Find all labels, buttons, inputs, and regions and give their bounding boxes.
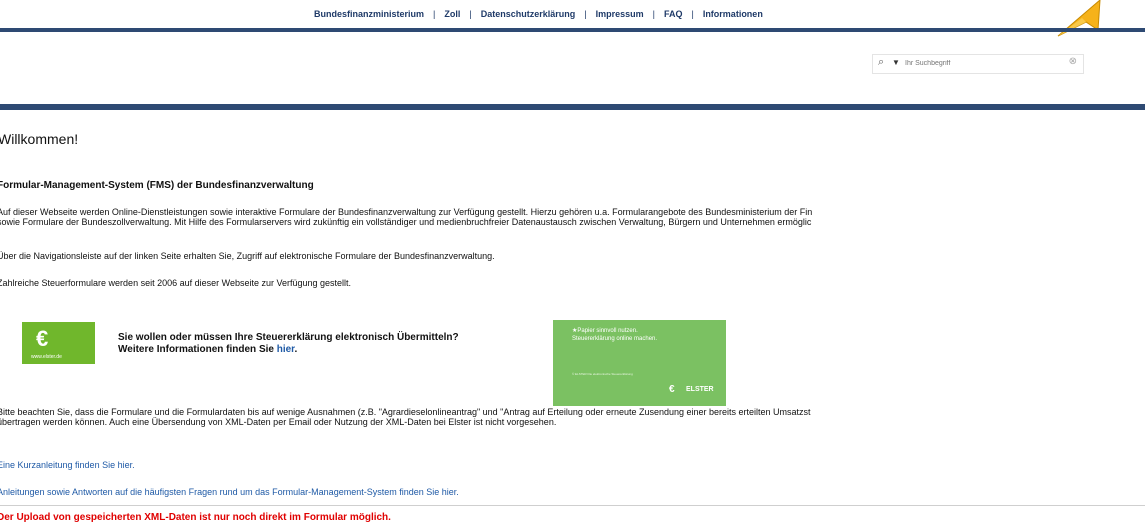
elster-info-text: Sie wollen oder müssen Ihre Steuererklär…: [118, 332, 459, 356]
nav-link-bundesfinanzministerium[interactable]: Bundesfinanzministerium: [314, 9, 424, 19]
section-heading: Formular-Management-System (FMS) der Bun…: [0, 180, 314, 191]
intro-line-1: Auf dieser Webseite werden Online-Dienst…: [0, 207, 813, 217]
elster-text-line1: Sie wollen oder müssen Ihre Steuererklär…: [118, 332, 459, 343]
elster-logo[interactable]: € www.elster.de: [22, 322, 95, 364]
tax-forms-paragraph: Zahlreiche Steuerformulare werden seit 2…: [0, 278, 352, 288]
search-input[interactable]: [905, 57, 1045, 70]
nav-link-faq[interactable]: FAQ: [664, 9, 683, 19]
notice-line-1: Bitte beachten Sie, dass die Formulare u…: [0, 407, 811, 417]
header-bar-top: [0, 28, 1145, 32]
upload-notice: Der Upload von gespeicherten XML-Daten i…: [0, 512, 391, 523]
chevron-down-icon[interactable]: ▼: [892, 58, 900, 67]
elster-info-link[interactable]: hier: [277, 344, 295, 355]
faq-paragraph: Anleitungen sowie Antworten auf die häuf…: [0, 487, 459, 497]
header-bar-bottom: [0, 104, 1145, 110]
nav-separator: |: [652, 9, 655, 19]
page-title: Willkommen!: [0, 131, 79, 147]
search-box[interactable]: ⌕ ▼ ⊗: [872, 54, 1084, 74]
divider: [0, 505, 1145, 506]
nav-link-datenschutz[interactable]: Datenschutzerklärung: [481, 9, 576, 19]
nav-separator: |: [433, 9, 436, 19]
top-nav-links: Bundesfinanzministerium | Zoll | Datenschutz…: [314, 9, 763, 19]
elster-banner-text: ★Papier sinnvoll nutzen. Steuererklärung…: [572, 327, 657, 343]
elster-banner[interactable]: ★Papier sinnvoll nutzen. Steuererklärung…: [553, 320, 726, 406]
elster-banner-line2: Steuererklärung online machen.: [572, 336, 658, 342]
nav-separator: |: [691, 9, 694, 19]
intro-line-2: sowie Formulare der Bundeszollverwaltung…: [0, 217, 812, 227]
clear-icon[interactable]: ⊗: [1069, 56, 1077, 67]
faq-link[interactable]: Anleitungen sowie Antworten auf die häuf…: [0, 487, 459, 497]
elster-banner-small-print: © ELSTER Die elektronische Steuererkläru…: [572, 372, 633, 376]
guide-paragraph: Eine Kurzanleitung finden Sie hier.: [0, 460, 135, 470]
nav-link-zoll[interactable]: Zoll: [444, 9, 460, 19]
elster-e-icon: €: [36, 326, 49, 351]
nav-link-impressum[interactable]: Impressum: [596, 9, 644, 19]
nav-separator: |: [469, 9, 472, 19]
elster-domain: www.elster.de: [31, 354, 62, 360]
elster-banner-brand: ELSTER: [686, 386, 714, 393]
elster-mark-icon: €: [669, 384, 675, 395]
arrow-cursor-icon: [1057, 0, 1101, 37]
elster-text-prefix: Weitere Informationen finden Sie: [118, 344, 277, 355]
notice-paragraph: Bitte beachten Sie, dass die Formulare u…: [0, 407, 811, 427]
guide-link[interactable]: Eine Kurzanleitung finden Sie hier.: [0, 460, 135, 470]
notice-line-2: übertragen werden können. Auch eine Über…: [0, 417, 557, 427]
elster-banner-line1: ★Papier sinnvoll nutzen.: [572, 328, 638, 334]
navigation-paragraph: Über die Navigationsleiste auf der linke…: [0, 251, 495, 261]
search-icon[interactable]: ⌕: [878, 56, 884, 69]
nav-link-informationen[interactable]: Informationen: [703, 9, 763, 19]
top-navigation: Bundesfinanzministerium | Zoll | Datenschutz…: [0, 0, 1145, 28]
elster-text-suffix: .: [294, 344, 298, 355]
intro-paragraph: Auf dieser Webseite werden Online-Dienst…: [0, 207, 812, 227]
nav-separator: |: [584, 9, 587, 19]
